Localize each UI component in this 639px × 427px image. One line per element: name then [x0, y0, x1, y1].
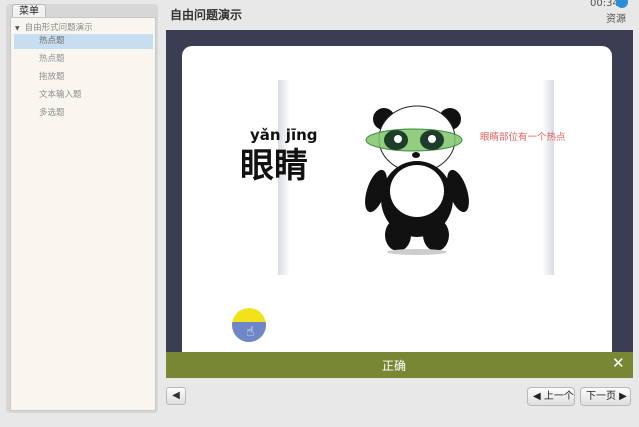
next-button[interactable]: 下一页 ▶ — [580, 387, 631, 406]
tree-root-label: 自由形式问题演示 — [24, 23, 93, 33]
resources-link[interactable]: 资源 — [606, 10, 626, 25]
prev-button[interactable]: ◀ 上一个 — [527, 387, 575, 406]
sidebar-panel: ▼ 自由形式问题演示 热点题 热点题 拖放题 文本输入题 多选题 — [10, 17, 156, 411]
audio-button[interactable]: ◀ — [166, 387, 186, 405]
sidebar-item-hotspot-1[interactable]: 热点题 — [14, 34, 153, 49]
hand-cursor-icon: ☝ — [246, 324, 255, 340]
eye-hotspot[interactable] — [365, 128, 463, 152]
sidebar-item-hotspot-2[interactable]: 热点题 — [14, 52, 153, 67]
sidebar-menu-tab[interactable]: 菜单 — [12, 4, 46, 18]
sidebar-item-multiple-choice[interactable]: 多选题 — [14, 106, 153, 121]
feedback-bar: 正确 ✕ — [166, 352, 633, 378]
sidebar: 菜单 ▼ 自由形式问题演示 热点题 热点题 拖放题 文本输入题 多选题 — [6, 4, 158, 413]
speaker-icon: ◀ — [172, 390, 180, 401]
hotspot-hint-label: 眼睛部位有一个热点 — [480, 132, 566, 143]
tree-root[interactable]: ▼ 自由形式问题演示 — [15, 21, 93, 33]
sidebar-item-drag-drop[interactable]: 拖放题 — [14, 70, 153, 85]
chinese-characters: 眼睛 — [240, 146, 308, 186]
feedback-correct-text: 正确 — [382, 359, 407, 373]
app-window: 菜单 ▼ 自由形式问题演示 热点题 热点题 拖放题 文本输入题 多选题 自由问题演… — [0, 0, 639, 427]
sidebar-item-text-entry[interactable]: 文本输入题 — [14, 88, 153, 103]
collapse-triangle-icon[interactable]: ▼ — [15, 25, 20, 32]
page-title: 自由问题演示 — [170, 8, 243, 22]
panda-image — [365, 105, 469, 255]
status-indicator-icon — [616, 0, 628, 8]
close-icon[interactable]: ✕ — [612, 354, 625, 372]
timer: 00:34 — [590, 0, 619, 9]
